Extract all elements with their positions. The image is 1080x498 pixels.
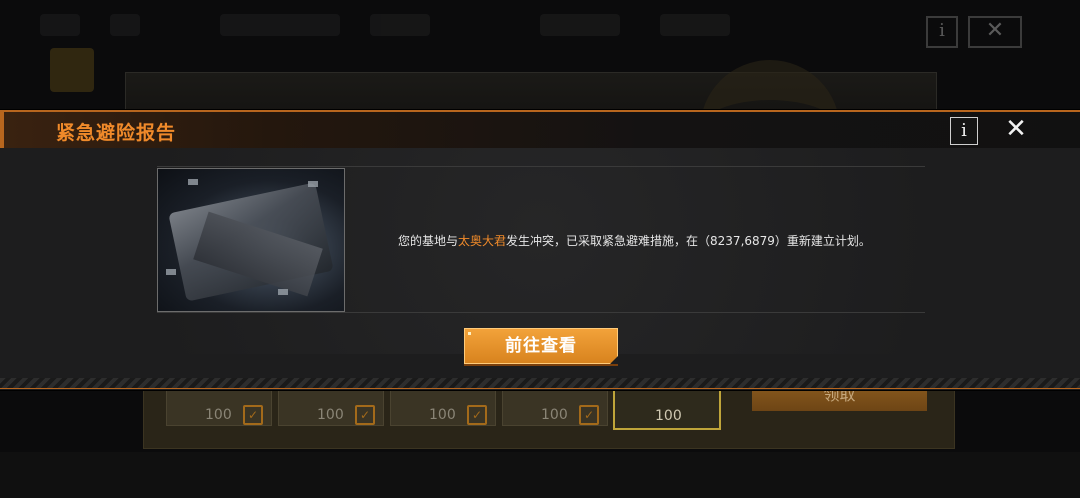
message-suffix: 发生冲突，已采取紧急避难措施，在（8237,6879）重新建立计划。 (506, 234, 871, 248)
header-accent (0, 110, 4, 148)
background-close-icon: ✕ (968, 16, 1022, 48)
dialog-body: 您的基地与太奥大君发生冲突，已采取紧急避难措施，在（8237,6879）重新建立… (0, 148, 1080, 354)
background-info-icon: i (926, 16, 958, 48)
message-prefix: 您的基地与 (398, 234, 459, 248)
reward-slot-value: 100 (429, 407, 456, 423)
enemy-name-link: 太奥大君 (458, 234, 507, 248)
checkbox-checked-icon: ✓ (243, 405, 263, 425)
background-bottom-bar (0, 452, 1080, 498)
reward-slot-selected: 100 (613, 386, 721, 430)
reward-slot-value: 100 (317, 407, 344, 423)
divider (157, 166, 925, 167)
close-icon[interactable]: ✕ (1003, 116, 1029, 142)
report-message: 您的基地与太奥大君发生冲突，已采取紧急避难措施，在（8237,6879）重新建立… (398, 232, 871, 249)
report-image (157, 168, 345, 312)
go-view-button[interactable]: 前往查看 (464, 328, 618, 364)
checkbox-checked-icon: ✓ (467, 405, 487, 425)
reward-slot-value: 100 (655, 408, 682, 424)
go-view-button-label: 前往查看 (505, 336, 577, 356)
background-toolbar (40, 8, 740, 44)
reward-slot: 100 ✓ (390, 386, 496, 426)
reward-slot: 100 ✓ (502, 386, 608, 426)
dialog-title: 紧急避险报告 (56, 122, 177, 144)
info-icon[interactable]: i (950, 117, 978, 145)
reward-slot-value: 100 (205, 407, 232, 423)
dialog-header: 紧急避险报告 i ✕ (0, 110, 1080, 148)
divider (157, 312, 925, 313)
dialog-footer-stripe (0, 378, 1080, 389)
emergency-report-dialog: 紧急避险报告 i ✕ 您的基地与太奥大君发生冲突，已采取紧急避难措施，在（823… (0, 110, 1080, 390)
reward-slot-value: 100 (541, 407, 568, 423)
reward-slot: 100 ✓ (278, 386, 384, 426)
background-badge (50, 48, 94, 92)
checkbox-checked-icon: ✓ (579, 405, 599, 425)
checkbox-checked-icon: ✓ (355, 405, 375, 425)
reward-slot: 100 ✓ (166, 386, 272, 426)
